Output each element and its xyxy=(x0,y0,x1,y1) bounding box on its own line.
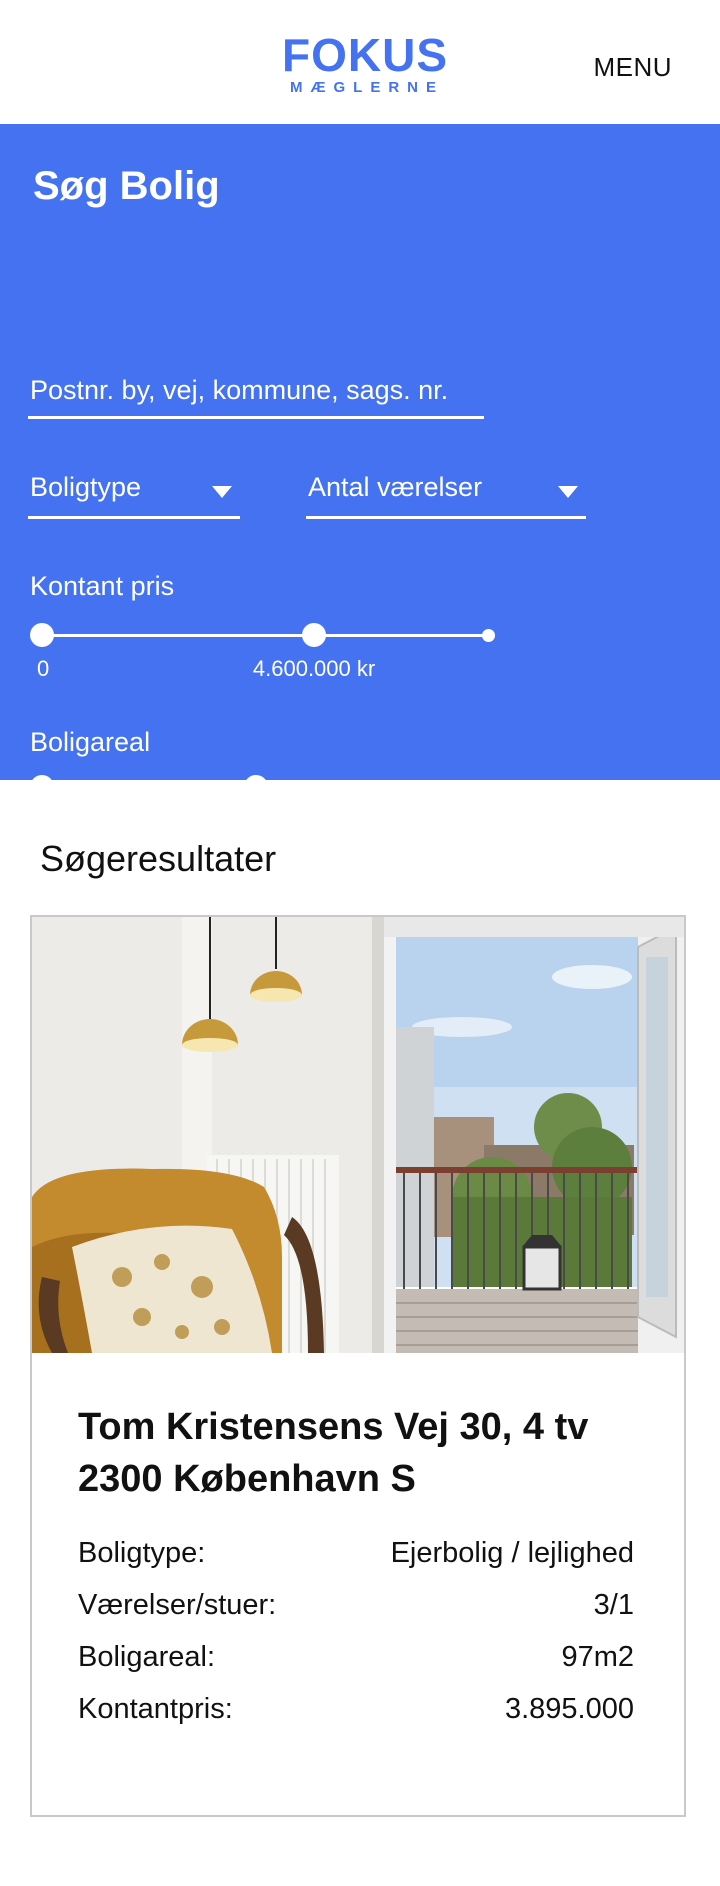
detail-row-boligtype: Boligtype: Ejerbolig / lejlighed xyxy=(78,1527,634,1579)
detail-label: Boligareal: xyxy=(78,1641,216,1673)
logo-tagline: MÆGLERNE xyxy=(290,79,444,96)
search-panel: Søg Bolig Boligtype Antal værelser Konta… xyxy=(0,124,720,837)
detail-value: 3.895.000 xyxy=(504,1693,634,1725)
search-input[interactable] xyxy=(28,368,488,412)
caret-down-icon xyxy=(212,486,232,498)
search-field xyxy=(28,368,488,419)
logo-wordmark: FOKUS xyxy=(282,29,448,81)
listing-address-line2: 2300 København S xyxy=(78,1458,416,1500)
area-max-value: 120 m2 xyxy=(219,812,293,837)
price-max-value: 4.600.000 kr xyxy=(252,656,376,681)
detail-label: Boligtype: xyxy=(78,1537,206,1569)
price-slider-fill xyxy=(42,634,315,637)
boligtype-select[interactable]: Boligtype xyxy=(28,468,240,519)
detail-row-area: Boligareal: 97m2 xyxy=(78,1631,634,1683)
detail-label: Kontantpris: xyxy=(78,1693,233,1725)
listing-card[interactable]: Tom Kristensens Vej 30, 4 tv 2300 Københ… xyxy=(30,915,686,1817)
price-slider-min-handle[interactable] xyxy=(30,623,54,647)
price-slider[interactable] xyxy=(30,620,495,650)
listing-info: Tom Kristensens Vej 30, 4 tv 2300 Københ… xyxy=(78,1401,634,1735)
caret-down-icon xyxy=(558,486,578,498)
detail-label: Værelser/stuer: xyxy=(78,1589,277,1621)
site-header: FOKUS MÆGLERNE MENU xyxy=(0,0,720,124)
detail-value: Ejerbolig / lejlighed xyxy=(390,1537,634,1569)
detail-value: 97m2 xyxy=(561,1641,634,1673)
area-slider-fill xyxy=(42,786,257,789)
area-slider-max-handle[interactable] xyxy=(244,775,269,799)
listing-address-line1: Tom Kristensens Vej 30, 4 tv xyxy=(78,1406,589,1448)
detail-row-price: Kontantpris: 3.895.000 xyxy=(78,1683,634,1735)
detail-row-rooms: Værelser/stuer: 3/1 xyxy=(78,1579,634,1631)
price-slider-end xyxy=(482,629,495,642)
results-title: Søgeresultater xyxy=(40,838,277,879)
area-slider-end xyxy=(482,781,495,794)
search-title: Søg Bolig xyxy=(33,164,220,208)
menu-button[interactable]: MENU xyxy=(593,52,672,83)
area-slider-min-handle[interactable] xyxy=(30,775,54,799)
listing-photo xyxy=(32,917,684,1353)
listing-details: Boligtype: Ejerbolig / lejlighed Værelse… xyxy=(78,1527,634,1735)
fokus-logo[interactable]: FOKUS MÆGLERNE xyxy=(282,29,448,96)
rooms-select[interactable]: Antal værelser xyxy=(306,468,586,519)
area-range-label: Boligareal xyxy=(30,727,151,757)
area-slider[interactable] xyxy=(30,772,495,802)
price-range-label: Kontant pris xyxy=(30,571,175,601)
detail-value: 3/1 xyxy=(593,1589,634,1621)
boligtype-select-label: Boligtype xyxy=(30,472,142,502)
rooms-select-label: Antal værelser xyxy=(308,472,483,502)
area-min-value: 0 xyxy=(30,812,43,837)
price-min-value: 0 xyxy=(37,656,50,681)
price-slider-max-handle[interactable] xyxy=(302,623,327,647)
